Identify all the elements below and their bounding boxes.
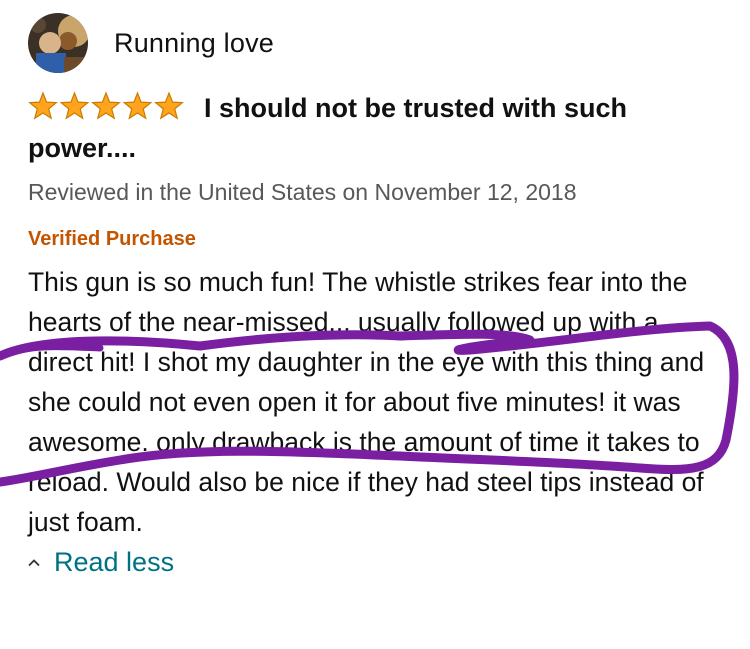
star-rating[interactable] [28, 91, 188, 121]
review-title-row[interactable]: I should not be trusted with such power.… [28, 88, 728, 168]
customer-review: Running love I should not be trusted wit… [28, 12, 728, 582]
five-star-icon [28, 91, 184, 120]
star-icon [91, 91, 121, 120]
verified-purchase-badge: Verified Purchase [28, 228, 196, 250]
review-date: Reviewed in the United States on Novembe… [28, 179, 577, 205]
reviewer-profile[interactable]: Running love [28, 12, 728, 74]
read-less-link[interactable]: Read less [28, 542, 728, 582]
star-icon [28, 91, 58, 120]
star-icon [59, 91, 90, 120]
star-icon [154, 91, 184, 120]
chevron-up-icon [28, 558, 40, 567]
read-less-label[interactable]: Read less [54, 542, 174, 582]
avatar-image [28, 13, 88, 73]
avatar[interactable] [28, 13, 88, 73]
star-icon [122, 91, 153, 120]
review-body: This gun is so much fun! The whistle str… [28, 267, 705, 537]
reviewer-name[interactable]: Running love [114, 28, 274, 59]
